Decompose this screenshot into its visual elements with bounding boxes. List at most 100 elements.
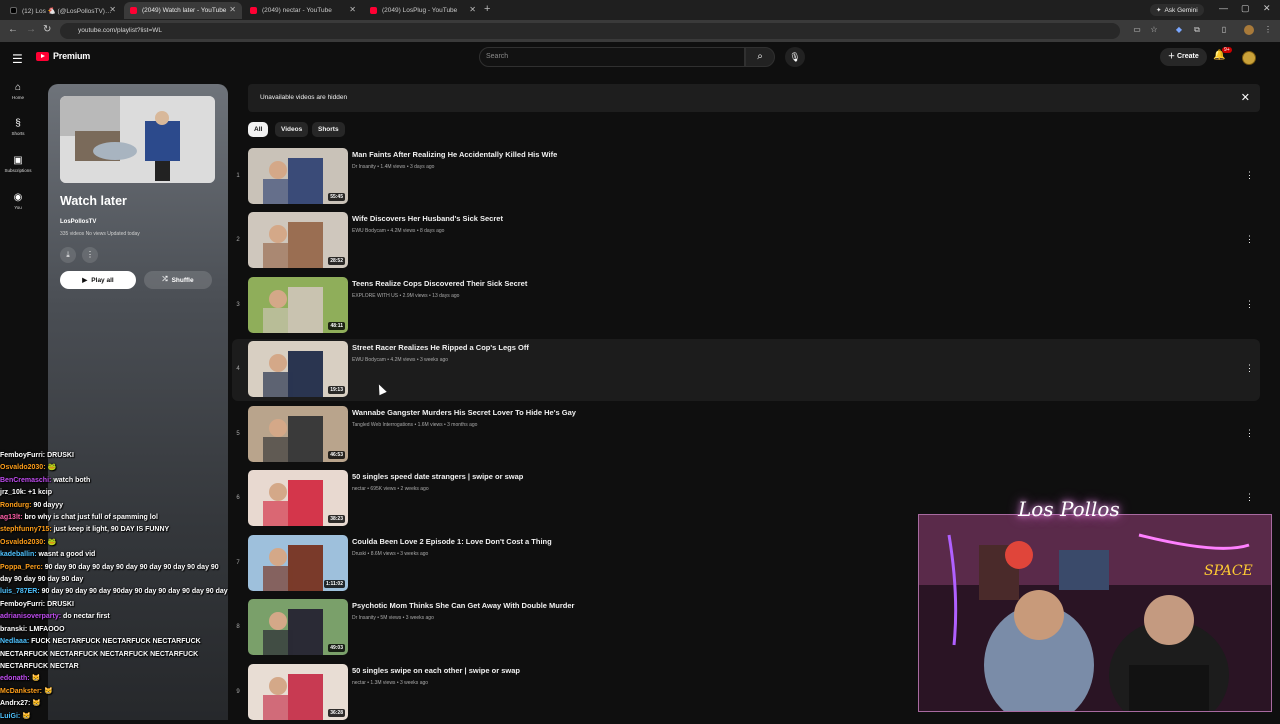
side-panel-icon[interactable]: ▯ bbox=[1219, 25, 1229, 35]
chat-message: stephfunny715: just keep it light, 90 DA… bbox=[0, 524, 230, 536]
guide-item-shorts[interactable]: § Shorts bbox=[0, 118, 36, 136]
video-thumbnail[interactable]: 28:52 bbox=[248, 212, 348, 268]
video-thumbnail[interactable]: 19:13 bbox=[248, 341, 348, 397]
chat-text: DRUSKI bbox=[47, 600, 74, 608]
video-index: 3 bbox=[236, 302, 240, 308]
chat-username: Andrx27: bbox=[0, 700, 31, 708]
video-title[interactable]: Wife Discovers Her Husband's Sick Secret bbox=[352, 214, 503, 223]
browser-tab-active[interactable]: (2049) Watch later - YouTube ✕ bbox=[124, 2, 242, 19]
browser-tab[interactable]: (12) Los 🐔 (@LosPollosTV) / X ✕ bbox=[4, 2, 122, 19]
reload-icon[interactable]: ↻ bbox=[43, 24, 51, 35]
video-title[interactable]: Street Racer Realizes He Ripped a Cop's … bbox=[352, 343, 529, 352]
playlist-more-button[interactable]: ⋮ bbox=[82, 247, 98, 263]
video-title[interactable]: Psychotic Mom Thinks She Can Get Away Wi… bbox=[352, 601, 574, 610]
download-icon: ⤓ bbox=[66, 250, 70, 259]
video-title[interactable]: Wannabe Gangster Murders His Secret Love… bbox=[352, 408, 576, 417]
playlist-title: Watch later bbox=[60, 194, 127, 208]
video-index: 7 bbox=[236, 560, 240, 566]
subscriptions-icon: ▣ bbox=[13, 155, 23, 166]
extension-icon[interactable]: ◆ bbox=[1174, 25, 1184, 35]
guide-item-subscriptions[interactable]: ▣ Subscriptions bbox=[0, 155, 36, 173]
bookmark-star-icon[interactable]: ☆ bbox=[1149, 25, 1159, 35]
back-icon[interactable]: ← bbox=[8, 24, 18, 35]
chat-text: 🐸 bbox=[47, 464, 57, 472]
account-avatar[interactable] bbox=[1242, 51, 1256, 65]
cast-icon[interactable]: ▭ bbox=[1132, 25, 1142, 35]
tab-label: (2049) Watch later - YouTube bbox=[142, 7, 227, 14]
shuffle-button[interactable]: ⤮ Shuffle bbox=[144, 271, 212, 289]
create-button[interactable]: ＋ Create bbox=[1160, 48, 1207, 66]
logo-text: Premium bbox=[53, 51, 91, 61]
guide-item-you[interactable]: ◉ You bbox=[0, 192, 36, 210]
browser-tab[interactable]: (2049) LosPlug - YouTube ✕ bbox=[364, 2, 482, 19]
chat-text: wasnt a good vid bbox=[38, 551, 96, 559]
ask-gemini-button[interactable]: ✦ Ask Gemini bbox=[1150, 4, 1204, 16]
video-duration: 1:11:02 bbox=[324, 580, 345, 588]
profile-avatar-icon[interactable] bbox=[1244, 25, 1254, 35]
play-all-button[interactable]: ▶ Play all bbox=[60, 271, 136, 289]
table-row[interactable]: 2 28:52 Wife Discovers Her Husband's Sic… bbox=[232, 210, 1260, 272]
menu-hamburger-icon[interactable]: ☰ bbox=[12, 52, 23, 66]
youtube-favicon-icon bbox=[370, 7, 377, 14]
chip-shorts[interactable]: Shorts bbox=[312, 122, 345, 137]
close-tab-icon[interactable]: ✕ bbox=[109, 5, 116, 14]
playlist-owner[interactable]: LosPollosTV bbox=[60, 219, 96, 225]
guide-label: Shorts bbox=[11, 131, 25, 136]
more-vertical-icon[interactable]: ⋮ bbox=[1245, 234, 1254, 245]
video-thumbnail[interactable]: 46:53 bbox=[248, 406, 348, 462]
chip-all[interactable]: All bbox=[248, 122, 269, 137]
forward-icon[interactable]: → bbox=[26, 24, 36, 35]
address-bar[interactable]: youtube.com/playlist?list=WL bbox=[60, 23, 1120, 39]
unavailable-videos-banner: Unavailable videos are hidden ✕ bbox=[248, 84, 1260, 112]
close-tab-icon[interactable]: ✕ bbox=[349, 5, 356, 14]
close-tab-icon[interactable]: ✕ bbox=[229, 5, 236, 14]
youtube-premium-logo[interactable]: Premium bbox=[36, 51, 90, 61]
more-vertical-icon[interactable]: ⋮ bbox=[1245, 299, 1254, 310]
playlist-thumbnail[interactable] bbox=[60, 96, 215, 183]
video-thumbnail[interactable]: 49:03 bbox=[248, 599, 348, 655]
more-vertical-icon[interactable]: ⋮ bbox=[1245, 492, 1254, 503]
download-button[interactable]: ⤓ bbox=[60, 247, 76, 263]
video-title[interactable]: Teens Realize Cops Discovered Their Sick… bbox=[352, 279, 527, 288]
browser-menu-icon[interactable]: ⋮ bbox=[1263, 25, 1273, 35]
chat-message: luis_787ER: 90 day 90 day 90 day 90day 9… bbox=[0, 586, 230, 598]
more-vertical-icon[interactable]: ⋮ bbox=[1245, 170, 1254, 181]
video-thumbnail[interactable]: 55:45 bbox=[248, 148, 348, 204]
voice-search-button[interactable]: 🎙 bbox=[785, 47, 805, 67]
video-title[interactable]: Coulda Been Love 2 Episode 1: Love Don't… bbox=[352, 537, 552, 546]
close-banner-icon[interactable]: ✕ bbox=[1241, 91, 1250, 104]
table-row[interactable]: 3 48:11 Teens Realize Cops Discovered Th… bbox=[232, 275, 1260, 337]
more-vertical-icon[interactable]: ⋮ bbox=[1245, 363, 1254, 374]
svg-text:SPACE: SPACE bbox=[1204, 563, 1253, 579]
extensions-puzzle-icon[interactable]: ⧉ bbox=[1192, 25, 1202, 35]
shuffle-label: Shuffle bbox=[171, 276, 194, 284]
search-button[interactable]: ⌕ bbox=[745, 47, 775, 67]
chip-videos[interactable]: Videos bbox=[275, 122, 309, 137]
chat-text: watch both bbox=[53, 476, 91, 484]
chat-text: 90 dayyy bbox=[33, 501, 64, 509]
chat-username: Osvaldo2030: bbox=[0, 464, 46, 472]
video-thumbnail[interactable]: 48:11 bbox=[248, 277, 348, 333]
gemini-icon: ✦ bbox=[1156, 7, 1162, 14]
table-row[interactable]: 5 46:53 Wannabe Gangster Murders His Sec… bbox=[232, 404, 1260, 466]
video-thumbnail[interactable]: 1:11:02 bbox=[248, 535, 348, 591]
video-title[interactable]: 50 singles swipe on each other | swipe o… bbox=[352, 666, 520, 675]
new-tab-button[interactable]: + bbox=[484, 3, 490, 15]
x-favicon-icon bbox=[10, 7, 17, 14]
search-input[interactable]: Search bbox=[479, 47, 745, 67]
tab-label: (2049) nectar - YouTube bbox=[262, 7, 332, 14]
video-thumbnail[interactable]: 38:23 bbox=[248, 470, 348, 526]
you-icon: ◉ bbox=[13, 192, 23, 203]
video-title[interactable]: 50 singles speed date strangers | swipe … bbox=[352, 472, 523, 481]
close-tab-icon[interactable]: ✕ bbox=[469, 5, 476, 14]
video-title[interactable]: Man Faints After Realizing He Accidental… bbox=[352, 150, 557, 159]
video-thumbnail[interactable]: 36:28 bbox=[248, 664, 348, 720]
guide-item-home[interactable]: ⌂ Home bbox=[0, 82, 36, 100]
more-vertical-icon[interactable]: ⋮ bbox=[1245, 428, 1254, 439]
youtube-favicon-icon bbox=[250, 7, 257, 14]
maximize-icon[interactable]: ▢ bbox=[1241, 3, 1250, 14]
browser-tab[interactable]: (2049) nectar - YouTube ✕ bbox=[244, 2, 362, 19]
close-window-icon[interactable]: ✕ bbox=[1263, 3, 1271, 14]
table-row[interactable]: 1 55:45 Man Faints After Realizing He Ac… bbox=[232, 146, 1260, 208]
minimize-icon[interactable]: — bbox=[1219, 3, 1228, 13]
